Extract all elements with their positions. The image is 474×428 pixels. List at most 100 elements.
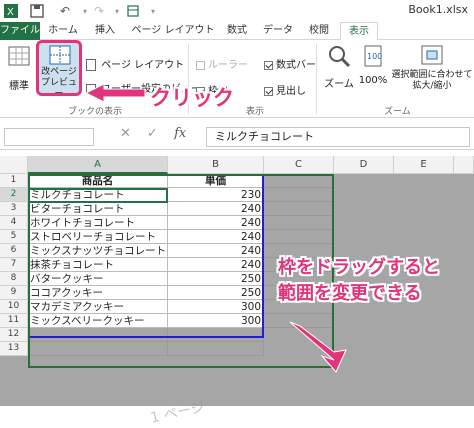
table-cell-price[interactable]: 250 [168,286,264,300]
title-bar: X ↶ ▾ ↷ ▾ ▾ Book1.xlsx [0,0,474,22]
table-cell-price[interactable]: 300 [168,314,264,328]
grid-cell[interactable] [264,188,334,202]
group-label-zoom: ズーム [384,107,411,117]
table-cell-product[interactable]: ビターチョコレート [28,202,168,216]
table-cell-product[interactable]: ココアクッキー [28,286,168,300]
row-header[interactable]: 9 [0,286,28,300]
select-all-corner[interactable] [0,156,28,174]
table-cell-price[interactable]: 240 [168,230,264,244]
table-cell-price[interactable]: 240 [168,202,264,216]
table-header-cell[interactable]: 商品名 [28,174,168,188]
column-header-b[interactable]: B [168,156,264,174]
page-break-preview-icon [49,45,71,65]
tab-file[interactable]: ファイル [0,22,40,40]
row-header[interactable]: 3 [0,202,28,216]
redo-icon[interactable]: ↷ [90,2,108,20]
row-header[interactable]: 10 [0,300,28,314]
drag-annotation-line2: 範囲を変更できる [278,283,422,304]
grid-cell[interactable] [28,328,168,342]
zoom-label: ズーム [324,79,354,90]
zoom-to-selection-button[interactable]: 選択範囲に合わせて 拡大/縮小 [390,44,474,92]
enter-icon[interactable]: ✓ [147,126,158,141]
tab-review[interactable]: 校閲 [304,22,334,40]
table-cell-price[interactable]: 240 [168,244,264,258]
table-cell-price[interactable]: 300 [168,300,264,314]
column-header-d[interactable]: D [334,156,394,174]
tab-insert[interactable]: 挿入 [88,22,122,40]
table-cell-price[interactable]: 240 [168,216,264,230]
table-cell-product[interactable]: マカデミアクッキー [28,300,168,314]
row-header[interactable]: 13 [0,342,28,356]
column-header-e[interactable]: E [394,156,454,174]
row-header[interactable]: 2 [0,188,28,202]
zoom-100-button[interactable]: 100 100% [358,44,388,86]
page-break-preview-label-2: プレビュー [40,78,77,99]
table-cell-product[interactable]: 抹茶チョコレート [28,258,168,272]
grid-cell[interactable] [264,174,334,188]
grid-cell[interactable] [264,216,334,230]
ruler-label: ルーラー [208,60,248,71]
window-title: Book1.xlsx [408,3,468,16]
click-annotation: クリック [150,86,234,110]
formula-bar-checkbox[interactable]: 数式バー [264,56,316,71]
formula-bar: ✕ ✓ fx ミルクチョコレート [0,120,474,150]
tab-data[interactable]: データ [258,22,298,40]
page-break-preview-button[interactable]: 改ページ プレビュー [36,40,82,99]
grid-cell[interactable] [168,342,264,356]
save-icon[interactable] [28,2,46,20]
tab-home[interactable]: ホーム [44,22,82,40]
row-header[interactable]: 11 [0,314,28,328]
row-header[interactable]: 12 [0,328,28,342]
drag-annotation-line1: 枠をドラッグすると [278,257,440,278]
formula-input[interactable]: ミルクチョコレート [206,127,470,147]
customize-toolbar-icon[interactable]: ▾ [144,2,162,20]
custom-views-icon [86,84,96,94]
row-header[interactable]: 4 [0,216,28,230]
row-header[interactable]: 6 [0,244,28,258]
column-header-f[interactable] [454,156,474,174]
column-header-a[interactable]: A [28,156,168,174]
row-header[interactable]: 1 [0,174,28,188]
page-layout-view-button[interactable]: ページ レイアウト [86,56,184,71]
tab-view[interactable]: 表示 [340,22,378,41]
svg-text:X: X [7,7,14,18]
normal-view-button[interactable]: 標準 [4,44,34,92]
table-cell-product[interactable]: ミルクチョコレート [28,188,168,202]
ribbon-separator [316,44,317,114]
grid-cell[interactable] [28,342,168,356]
row-header[interactable]: 5 [0,230,28,244]
row-header[interactable]: 8 [0,272,28,286]
worksheet-grid[interactable]: A B C D E 1 2 3 4 5 6 7 8 9 10 11 12 13 商品名 単価 ミルクチョコレ… [0,156,474,427]
name-box[interactable] [4,128,94,146]
zoom-button[interactable]: ズーム [322,44,356,90]
table-cell-price[interactable]: 240 [168,258,264,272]
grid-cell[interactable] [264,314,334,328]
table-header-cell[interactable]: 単価 [168,174,264,188]
table-cell-product[interactable]: ストロベリーチョコレート [28,230,168,244]
table-cell-price[interactable]: 250 [168,272,264,286]
table-cell-product[interactable]: ミックスナッツチョコレート [28,244,168,258]
grid-cell[interactable] [264,202,334,216]
table-cell-product[interactable]: バタークッキー [28,272,168,286]
grid-cell[interactable] [168,328,264,342]
insert-function-icon[interactable]: fx [174,126,186,141]
zoom-to-selection-icon [421,45,443,65]
formula-bar-label: 数式バー [276,60,316,71]
column-header-c[interactable]: C [264,156,334,174]
headings-checkbox[interactable]: 見出し [264,82,306,97]
undo-icon[interactable]: ↶ [56,2,74,20]
quick-access-extra-icon[interactable] [124,2,142,20]
table-cell-product[interactable]: ホワイトチョコレート [28,216,168,230]
svg-text:100: 100 [367,52,382,61]
grid-cell[interactable] [264,230,334,244]
tab-formulas[interactable]: 数式 [222,22,252,40]
row-header[interactable]: 7 [0,258,28,272]
tab-page-layout[interactable]: ページ レイアウト [128,22,218,40]
page-layout-label: ページ レイアウト [101,60,185,71]
magnifier-icon [329,46,351,68]
table-cell-product[interactable]: ミックスベリークッキー [28,314,168,328]
ruler-checkbox[interactable]: ルーラー [196,56,248,71]
table-cell-price[interactable]: 230 [168,188,264,202]
ribbon-view: 標準 改ページ プレビュー ページ レイアウト ユーザー設定のビュー ブックの表… [0,40,474,118]
cancel-icon[interactable]: ✕ [120,126,131,141]
